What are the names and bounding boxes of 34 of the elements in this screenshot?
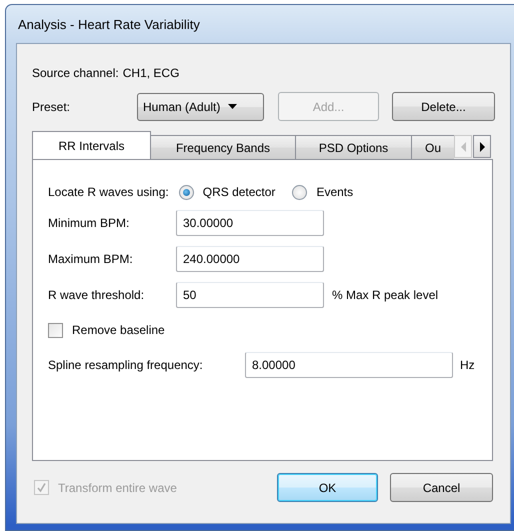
dialog-button[interactable]: Cancel — [390, 473, 493, 502]
preset-dropdown[interactable]: Human (Adult) — [137, 92, 264, 120]
unit-label: Hz — [460, 358, 475, 372]
field-label: R wave threshold: — [48, 288, 146, 302]
arrow-left-icon — [460, 142, 466, 152]
checkbox-label: Remove baseline — [72, 323, 165, 337]
tab[interactable]: PSD Options — [295, 135, 412, 159]
input-field[interactable]: 240.00000 — [176, 246, 324, 272]
window-title: Analysis - Heart Rate Variability — [18, 16, 200, 32]
field-label: Minimum BPM: — [48, 216, 130, 230]
field-value: CH1, ECG — [122, 66, 180, 80]
checkbox[interactable] — [48, 322, 63, 338]
radio-button[interactable] — [178, 184, 194, 200]
field-label: Locate R waves using: — [48, 185, 169, 199]
field-label: Maximum BPM: — [48, 252, 134, 266]
dialog-button[interactable]: OK — [277, 473, 378, 502]
radio-button[interactable] — [292, 184, 308, 200]
field-label: Source channel: — [32, 66, 119, 80]
checkbox-label: Transform entire wave — [58, 480, 177, 494]
field-label: Preset: — [32, 100, 72, 114]
unit-label: % Max R peak level — [332, 288, 438, 302]
scroll-right-button[interactable] — [473, 135, 491, 158]
radio-label: QRS detector — [202, 185, 276, 199]
caret-icon — [228, 104, 238, 109]
preset-action-button[interactable]: Delete... — [392, 92, 495, 121]
input-field[interactable]: 8.00000 — [245, 352, 453, 378]
arrow-right-icon — [480, 142, 484, 152]
tab[interactable]: Ou — [411, 135, 454, 159]
field-label: Spline resampling frequency: — [48, 358, 204, 372]
radio-label: Events — [316, 185, 354, 199]
input-field[interactable]: 30.00000 — [176, 210, 324, 236]
tab[interactable]: Frequency Bands — [150, 135, 296, 159]
tab[interactable]: RR Intervals — [32, 131, 151, 159]
input-field[interactable]: 50 — [176, 282, 324, 308]
